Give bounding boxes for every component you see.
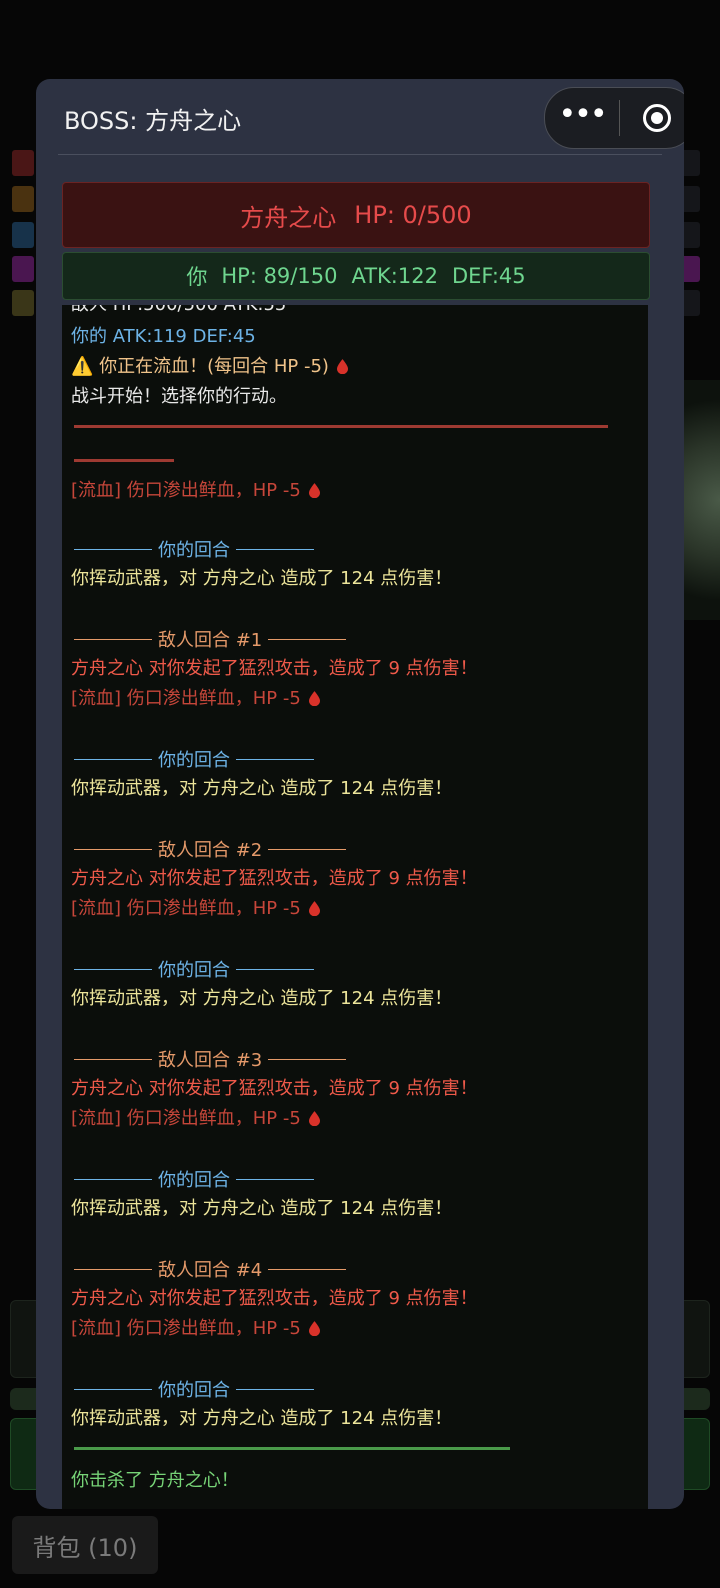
boss-name: 方舟之心 — [240, 203, 337, 232]
boss-hp: HP: 0/500 — [354, 201, 472, 229]
player-hp: HP: 89/150 — [221, 264, 338, 288]
bg-planet-image — [684, 380, 720, 620]
log-bleed-tick: [流血] 伤口渗出鲜血，HP -5 — [71, 687, 320, 711]
blood-drop-icon — [308, 1321, 320, 1336]
your-turn-header: 你的回合 — [74, 957, 314, 981]
enemy-turn-header: 敌人回合 #4 — [74, 1257, 347, 1281]
player-name: 你 — [186, 265, 208, 289]
player-atk: ATK:122 — [351, 264, 438, 288]
more-menu-icon[interactable]: ••• — [545, 100, 619, 130]
log-enemy-stats: 敌人 HP:500/500 ATK:55 — [71, 305, 286, 317]
title-divider — [58, 154, 662, 155]
log-your-stats: 你的 ATK:119 DEF:45 — [71, 326, 256, 347]
enemy-turn-header: 敌人回合 #2 — [74, 837, 347, 861]
log-rule-green — [74, 1447, 510, 1450]
log-enemy-attack: 方舟之心 对你发起了猛烈攻击，造成了 9 点伤害！ — [71, 868, 478, 889]
log-battle-start: 战斗开始！选择你的行动。 — [71, 386, 287, 407]
log-bleed-tick: [流血] 伤口渗出鲜血，HP -5 — [71, 1107, 320, 1131]
player-def: DEF:45 — [451, 264, 526, 288]
blood-drop-icon — [336, 359, 348, 374]
bg-category-olive — [12, 290, 34, 316]
your-turn-header: 你的回合 — [74, 747, 314, 771]
enemy-turn-header: 敌人回合 #3 — [74, 1047, 347, 1071]
log-bleed-warning: ⚠️ 你正在流血！(每回合 HP -5) — [71, 355, 348, 379]
log-bleed-tick: [流血] 伤口渗出鲜血，HP -5 — [71, 897, 320, 921]
log-rule-red-long — [74, 425, 608, 428]
boss-battle-modal: BOSS: 方舟之心 ••• 方舟之心 HP: 0/500 你 HP: 89/1… — [36, 79, 684, 1509]
your-turn-header: 你的回合 — [74, 1377, 314, 1401]
log-your-attack: 你挥动武器，对 方舟之心 造成了 124 点伤害！ — [71, 1408, 453, 1429]
log-your-attack: 你挥动武器，对 方舟之心 造成了 124 点伤害！ — [71, 1198, 453, 1219]
bg-category-purple — [12, 256, 34, 282]
bag-button[interactable]: 背包 (10) — [12, 1516, 158, 1574]
close-target-icon[interactable] — [620, 104, 684, 132]
log-enemy-attack: 方舟之心 对你发起了猛烈攻击，造成了 9 点伤害！ — [71, 658, 478, 679]
bg-category-orange — [12, 186, 34, 212]
log-your-attack: 你挥动武器，对 方舟之心 造成了 124 点伤害！ — [71, 568, 453, 589]
modal-title: BOSS: 方舟之心 — [64, 107, 242, 135]
log-your-attack: 你挥动武器，对 方舟之心 造成了 124 点伤害！ — [71, 988, 453, 1009]
bg-category-blue — [12, 222, 34, 248]
battle-log[interactable]: 敌人 HP:500/500 ATK:55 你的 ATK:119 DEF:45 ⚠… — [62, 305, 648, 1509]
your-turn-header: 你的回合 — [74, 1167, 314, 1191]
enemy-turn-header: 敌人回合 #1 — [74, 627, 347, 651]
blood-drop-icon — [308, 901, 320, 916]
log-enemy-attack: 方舟之心 对你发起了猛烈攻击，造成了 9 点伤害！ — [71, 1288, 478, 1309]
blood-drop-icon — [308, 1111, 320, 1126]
mini-program-capsule: ••• — [544, 87, 684, 149]
log-victory: 你击杀了 方舟之心！ — [71, 1470, 239, 1491]
player-status-bar: 你 HP: 89/150 ATK:122 DEF:45 — [62, 252, 650, 300]
log-bleed-tick: [流血] 伤口渗出鲜血，HP -5 — [71, 1317, 320, 1341]
bg-category-red — [12, 150, 34, 176]
boss-status-bar: 方舟之心 HP: 0/500 — [62, 182, 650, 248]
log-enemy-attack: 方舟之心 对你发起了猛烈攻击，造成了 9 点伤害！ — [71, 1078, 478, 1099]
blood-drop-icon — [308, 691, 320, 706]
log-your-attack: 你挥动武器，对 方舟之心 造成了 124 点伤害！ — [71, 778, 453, 799]
log-rule-red-short — [74, 459, 174, 462]
blood-drop-icon — [308, 483, 320, 498]
your-turn-header: 你的回合 — [74, 537, 314, 561]
log-bleed-tick: [流血] 伤口渗出鲜血，HP -5 — [71, 479, 320, 503]
